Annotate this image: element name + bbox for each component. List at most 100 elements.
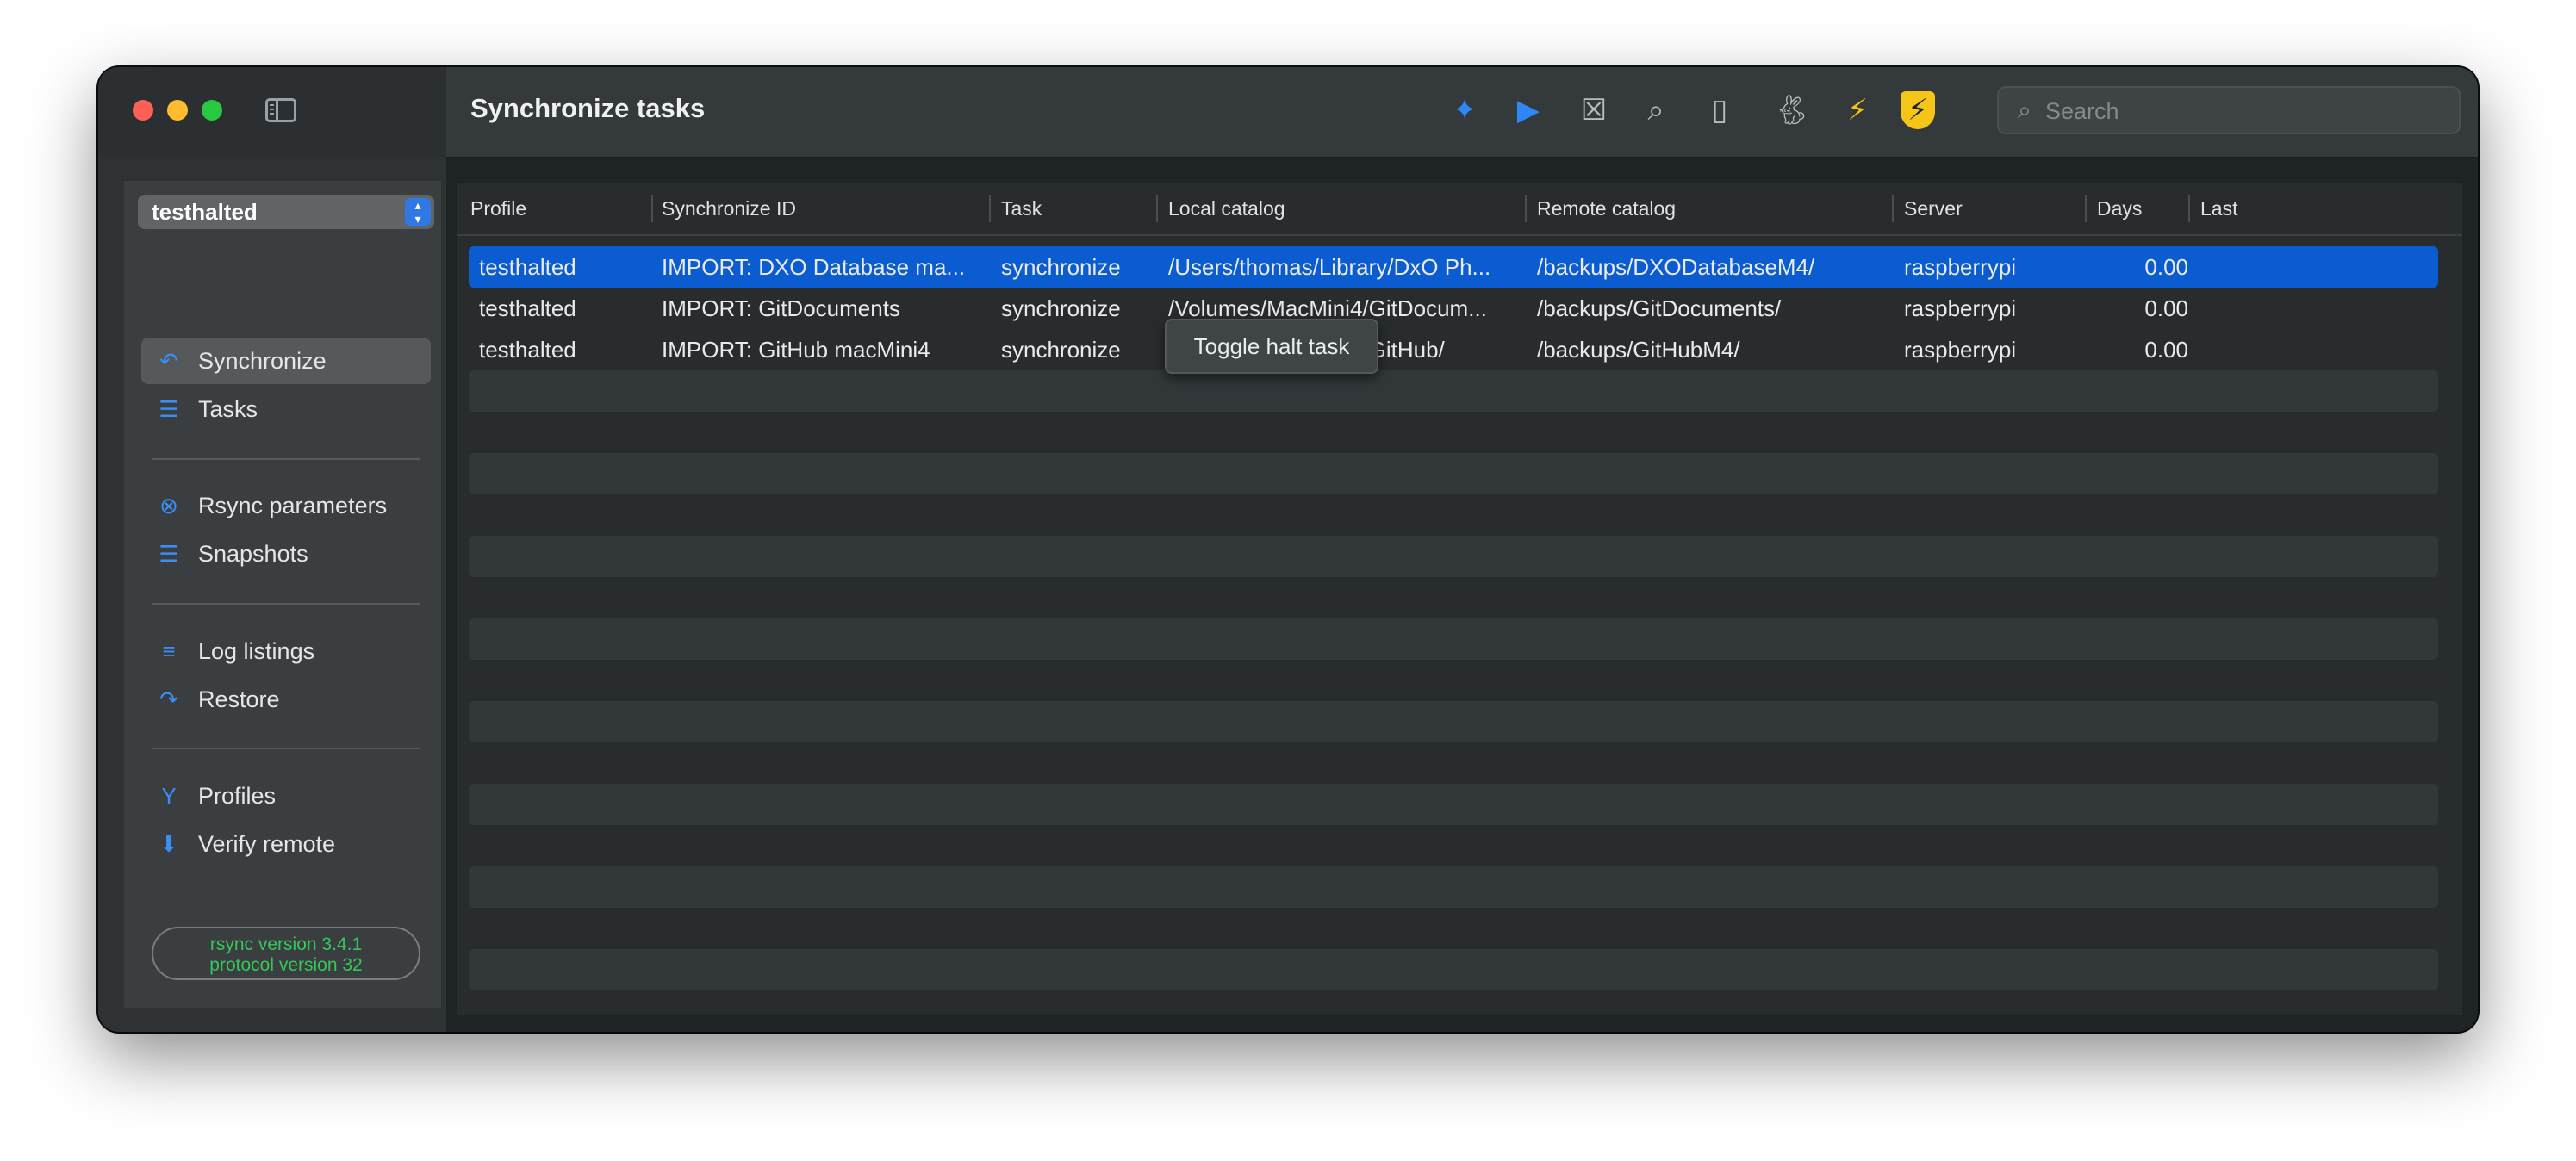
bolt-shield-outline-icon[interactable]: ⚡︎ bbox=[1839, 91, 1876, 129]
tasks-list-icon: ☰ bbox=[159, 396, 179, 422]
profile-selector-value: testhalted bbox=[152, 199, 258, 225]
empty-row bbox=[469, 370, 2438, 412]
column-divider[interactable] bbox=[2085, 195, 2087, 222]
rsync-version-text: rsync version 3.4.1 bbox=[209, 934, 363, 954]
cell-profile: testhalted bbox=[479, 295, 576, 321]
cell-server: raspberrypi bbox=[1904, 337, 2017, 363]
cell-profile: testhalted bbox=[479, 337, 576, 363]
cell-sync-id: IMPORT: GitHub macMini4 bbox=[662, 337, 930, 363]
column-header-profile[interactable]: Profile bbox=[470, 188, 526, 229]
sidebar-toggle-icon[interactable] bbox=[265, 98, 296, 122]
cell-days: 0.00 bbox=[2144, 254, 2188, 280]
cell-remote-catalog: /backups/DXODatabaseM4/ bbox=[1537, 254, 1815, 280]
sidebar-item-label: Log listings bbox=[198, 638, 315, 664]
search-field[interactable]: ⌕ bbox=[1997, 86, 2478, 134]
tasks-table: Profile Synchronize ID Task Local catalo… bbox=[457, 183, 2462, 1015]
download-circle-icon: ⬇ bbox=[159, 831, 178, 857]
snapshots-list-icon: ☰ bbox=[159, 541, 179, 567]
play-icon[interactable]: ▶ bbox=[1509, 91, 1547, 129]
sidebar-item-label: Synchronize bbox=[198, 348, 327, 374]
chevron-up-down-icon: ▴ ▾ bbox=[405, 198, 431, 226]
sidebar-item-label: Verify remote bbox=[198, 831, 336, 857]
sidebar-item-restore[interactable]: ↷ Restore bbox=[141, 676, 431, 723]
cell-sync-id: IMPORT: GitDocuments bbox=[662, 295, 900, 321]
search-input[interactable] bbox=[2044, 95, 2478, 127]
sidebar-divider bbox=[152, 748, 420, 749]
toolbar: Synchronize tasks ✦ ▶ ☒ ⌕ ▯ 🐇︎ ⚡︎ ⚡︎ ⌕ bbox=[446, 67, 2478, 158]
column-header-days[interactable]: Days bbox=[2097, 188, 2142, 229]
sidebar-item-label: Restore bbox=[198, 686, 280, 712]
column-divider[interactable] bbox=[1892, 195, 1894, 222]
sidebar-item-verify-remote[interactable]: ⬇ Verify remote bbox=[141, 821, 431, 867]
profile-selector[interactable]: testhalted ▴ ▾ bbox=[138, 195, 434, 229]
sidebar-item-synchronize[interactable]: ↶ Synchronize bbox=[141, 338, 431, 384]
column-divider[interactable] bbox=[2188, 195, 2190, 222]
magic-wand-icon[interactable]: ✦ bbox=[1446, 91, 1484, 129]
document-icon[interactable]: ▯ bbox=[1701, 91, 1739, 129]
column-header-server[interactable]: Server bbox=[1904, 188, 1963, 229]
protocol-version-text: protocol version 32 bbox=[209, 955, 363, 975]
sidebar-item-label: Rsync parameters bbox=[198, 493, 388, 518]
sidebar-divider bbox=[152, 603, 420, 605]
empty-row bbox=[469, 453, 2438, 494]
cell-remote-catalog: /backups/GitHubM4/ bbox=[1537, 337, 1740, 363]
sidebar-item-label: Snapshots bbox=[198, 541, 308, 567]
sidebar-item-tasks[interactable]: ☰ Tasks bbox=[141, 386, 431, 432]
column-divider[interactable] bbox=[1156, 195, 1158, 222]
tooltip: Toggle halt task bbox=[1165, 319, 1378, 374]
gear-x-icon: ⊗ bbox=[159, 493, 178, 518]
sidebar-item-label: Profiles bbox=[198, 783, 277, 809]
sidebar-panel bbox=[124, 181, 441, 1008]
column-divider[interactable] bbox=[651, 195, 653, 222]
column-header-local-catalog[interactable]: Local catalog bbox=[1168, 188, 1285, 229]
page-title: Synchronize tasks bbox=[470, 93, 706, 123]
column-divider[interactable] bbox=[989, 195, 991, 222]
table-row[interactable]: testhalted IMPORT: GitHub macMini4 synch… bbox=[469, 329, 2438, 370]
cell-profile: testhalted bbox=[479, 254, 576, 280]
table-row[interactable]: testhalted IMPORT: DXO Database ma... sy… bbox=[469, 246, 2438, 288]
sidebar-item-snapshots[interactable]: ☰ Snapshots bbox=[141, 531, 431, 577]
sidebar-item-log-listings[interactable]: ≡ Log listings bbox=[141, 628, 431, 674]
profiles-fork-icon: Y bbox=[161, 783, 177, 809]
zoom-icon[interactable]: ⌕ bbox=[1637, 91, 1675, 129]
column-header-task[interactable]: Task bbox=[1001, 188, 1042, 229]
titlebar-left bbox=[98, 67, 446, 157]
bolt-shield-filled-icon[interactable]: ⚡︎ bbox=[1901, 91, 1935, 129]
column-divider[interactable] bbox=[1525, 195, 1527, 222]
cell-task: synchronize bbox=[1001, 295, 1121, 321]
column-header-synchronize-id[interactable]: Synchronize ID bbox=[662, 188, 796, 229]
app-window: testhalted ▴ ▾ ↶ Synchronize ☰ Tasks ⊗ Rs… bbox=[98, 67, 2478, 1032]
cell-days: 0.00 bbox=[2144, 295, 2188, 321]
minimize-window-button[interactable] bbox=[167, 100, 188, 121]
cell-sync-id: IMPORT: DXO Database ma... bbox=[662, 254, 966, 280]
synchronize-arrow-icon: ↶ bbox=[159, 348, 178, 374]
table-row[interactable]: testhalted IMPORT: GitDocuments synchron… bbox=[469, 288, 2438, 329]
rsync-version-badge: rsync version 3.4.1 protocol version 32 bbox=[152, 927, 420, 980]
zoom-window-button[interactable] bbox=[202, 100, 222, 121]
cell-days: 0.00 bbox=[2144, 337, 2188, 363]
rabbit-icon[interactable]: 🐇︎ bbox=[1766, 91, 1818, 129]
sidebar-item-profiles[interactable]: Y Profiles bbox=[141, 773, 431, 819]
cell-server: raspberrypi bbox=[1904, 254, 2017, 280]
empty-row bbox=[469, 784, 2438, 825]
sidebar-item-rsync-parameters[interactable]: ⊗ Rsync parameters bbox=[141, 482, 431, 529]
empty-row bbox=[469, 866, 2438, 908]
cell-last bbox=[2200, 288, 2373, 329]
close-window-button[interactable] bbox=[133, 100, 153, 121]
cell-last bbox=[2200, 329, 2373, 370]
header-divider bbox=[457, 234, 2462, 236]
empty-row bbox=[469, 949, 2438, 990]
cell-last bbox=[2200, 246, 2373, 288]
main-content: Profile Synchronize ID Task Local catalo… bbox=[448, 158, 2478, 1032]
column-header-last[interactable]: Last bbox=[2200, 188, 2237, 229]
abort-x-icon[interactable]: ☒ bbox=[1575, 91, 1613, 129]
cell-remote-catalog: /backups/GitDocuments/ bbox=[1537, 295, 1782, 321]
cell-task: synchronize bbox=[1001, 337, 1121, 363]
empty-row bbox=[469, 536, 2438, 577]
empty-row bbox=[469, 618, 2438, 660]
empty-row bbox=[469, 701, 2438, 742]
log-lines-icon: ≡ bbox=[162, 638, 176, 664]
sidebar: testhalted ▴ ▾ ↶ Synchronize ☰ Tasks ⊗ Rs… bbox=[98, 67, 446, 1032]
column-header-remote-catalog[interactable]: Remote catalog bbox=[1537, 188, 1676, 229]
sidebar-item-label: Tasks bbox=[198, 396, 258, 422]
